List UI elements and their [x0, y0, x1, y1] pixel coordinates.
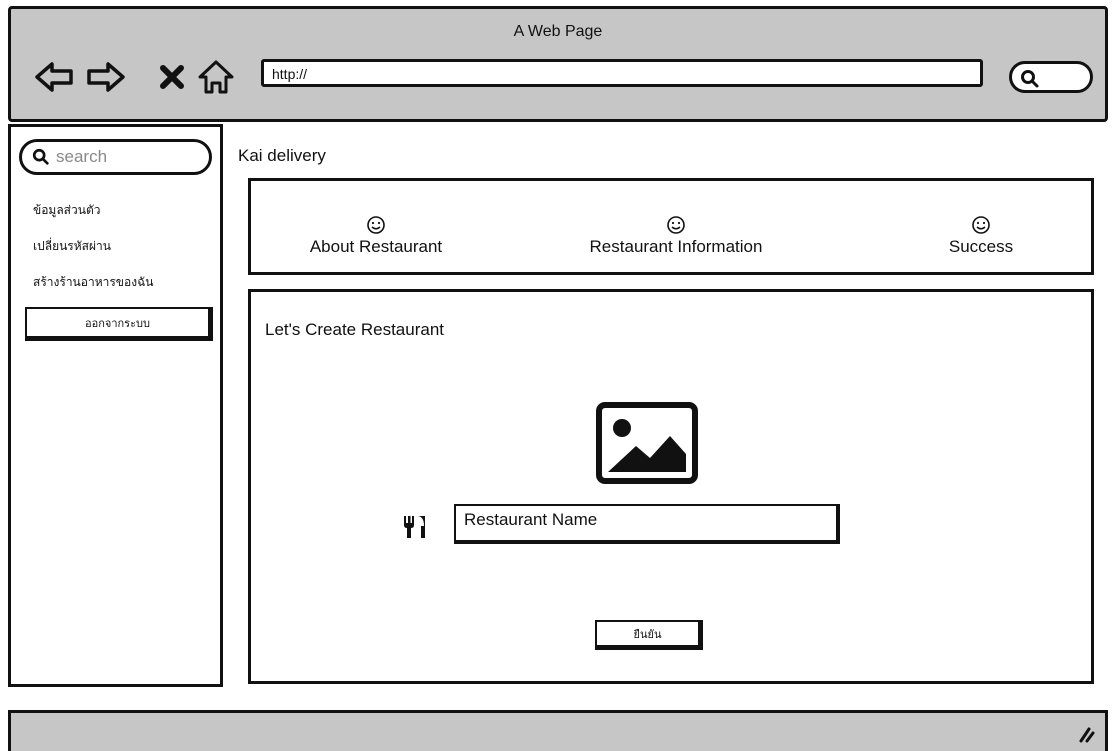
back-arrow-icon[interactable] [33, 57, 75, 97]
stop-x-icon[interactable] [151, 57, 193, 97]
sidebar-item-create-restaurant[interactable]: สร้างร้านอาหารของฉัน [33, 273, 153, 292]
form-heading: Let's Create Restaurant [265, 320, 445, 339]
browser-chrome: A Web Page http:// [8, 6, 1108, 122]
sidebar-item-change-password[interactable]: เปลี่ยนรหัสผ่าน [33, 237, 111, 256]
url-input[interactable]: http:// [261, 59, 983, 87]
home-icon[interactable] [195, 57, 237, 97]
forward-arrow-icon[interactable] [85, 57, 127, 97]
search-icon [1021, 70, 1039, 88]
resize-handle-icon[interactable] [1075, 723, 1095, 748]
progress-steps: About Restaurant Restaurant Information … [248, 178, 1094, 275]
smiley-icon [367, 216, 385, 234]
smiley-icon [972, 216, 990, 234]
sidebar: search ข้อมูลส่วนตัว เปลี่ยนรหัสผ่าน สร้… [8, 124, 223, 687]
search-placeholder: search [56, 147, 108, 166]
search-icon [32, 148, 49, 165]
sidebar-search-input[interactable]: search [19, 139, 212, 175]
confirm-button[interactable]: ยืนยัน [595, 620, 703, 650]
step-label: Restaurant Information [589, 237, 763, 256]
fork-knife-icon [401, 514, 427, 545]
smiley-icon [667, 216, 685, 234]
logout-button[interactable]: ออกจากระบบ [25, 307, 213, 341]
sidebar-item-profile[interactable]: ข้อมูลส่วนตัว [33, 201, 100, 220]
create-restaurant-form: Let's Create Restaurant Restaurant Name … [248, 289, 1094, 684]
step-label: Success [948, 237, 1014, 256]
status-bar [8, 710, 1108, 751]
page-title: Kai delivery [238, 146, 326, 165]
restaurant-name-input[interactable]: Restaurant Name [454, 504, 840, 544]
step-success[interactable]: Success [921, 215, 1041, 257]
browser-search-box[interactable] [1009, 61, 1093, 93]
step-label: About Restaurant [309, 237, 443, 256]
browser-title: A Web Page [513, 23, 603, 40]
step-restaurant-information[interactable]: Restaurant Information [556, 215, 796, 257]
image-placeholder-icon[interactable] [596, 402, 698, 489]
page: A Web Page http:// search ข้อมูลส่วนตัว … [0, 0, 1117, 751]
step-about-restaurant[interactable]: About Restaurant [281, 215, 471, 257]
